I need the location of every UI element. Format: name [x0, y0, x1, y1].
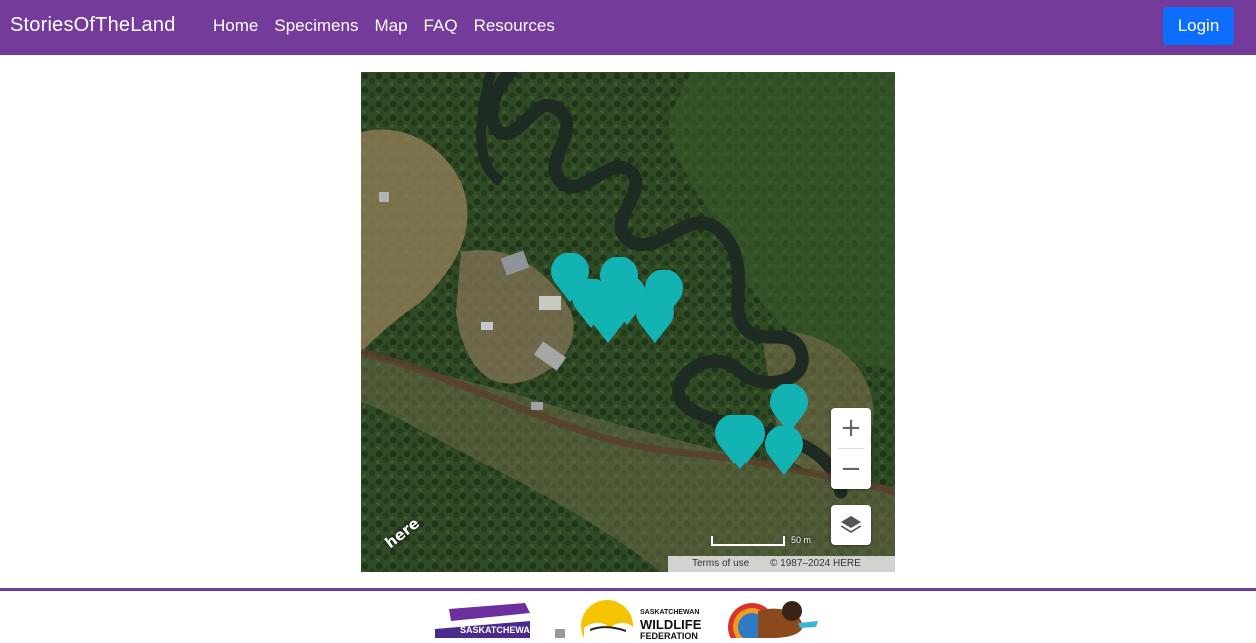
wildlife-federation-logo: SASKATCHEWAN WILDLIFE FEDERATION — [580, 598, 720, 641]
swf-logo-federation: FEDERATION — [640, 631, 698, 641]
swf-logo-big: WILDLIFE — [640, 617, 702, 632]
saskatchewan-logo-text: SASKATCHEWAN — [460, 625, 537, 635]
specimen-map[interactable]: here 50 m + − Terms of use © 1987–2024 H… — [361, 72, 895, 572]
nav-home-link[interactable]: Home — [213, 16, 258, 35]
zoom-controls: + − — [831, 408, 871, 489]
brand-link[interactable]: StoriesOfTheLand — [10, 14, 176, 37]
specimen-marker[interactable] — [636, 294, 674, 344]
nav-map-link[interactable]: Map — [374, 16, 407, 35]
layers-icon — [840, 516, 862, 533]
nav-faq-link[interactable]: FAQ — [424, 16, 458, 35]
nav-specimens-link[interactable]: Specimens — [274, 16, 358, 35]
top-navbar: StoriesOfTheLand Home Specimens Map FAQ Reso… — [0, 0, 1256, 55]
scale-bar — [711, 536, 785, 546]
map-copyright: © 1987–2024 HERE — [770, 558, 861, 569]
layers-button[interactable] — [831, 505, 871, 545]
login-button[interactable]: Login — [1163, 7, 1234, 45]
terms-of-use-link[interactable]: Terms of use — [692, 556, 749, 572]
scale-label: 50 m — [791, 535, 812, 545]
saskatchewan-logo: SASKATCHEWAN — [435, 599, 566, 638]
nav-resources-link[interactable]: Resources — [474, 16, 555, 35]
footer-logos: SASKATCHEWAN SASKATCHEWAN WILDLIFE FEDER… — [0, 591, 1256, 643]
map-attribution: Terms of use © 1987–2024 HERE — [668, 556, 895, 572]
specimen-marker[interactable] — [765, 426, 803, 476]
nav-links: Home Specimens Map FAQ Resources — [213, 16, 571, 36]
specimen-marker[interactable] — [721, 420, 759, 470]
specimen-marker[interactable] — [589, 294, 627, 344]
zoom-in-button[interactable]: + — [831, 408, 871, 448]
zoom-out-button[interactable]: − — [831, 449, 871, 489]
indigenous-art-logo — [728, 597, 820, 643]
swf-logo-small: SASKATCHEWAN — [640, 609, 700, 616]
